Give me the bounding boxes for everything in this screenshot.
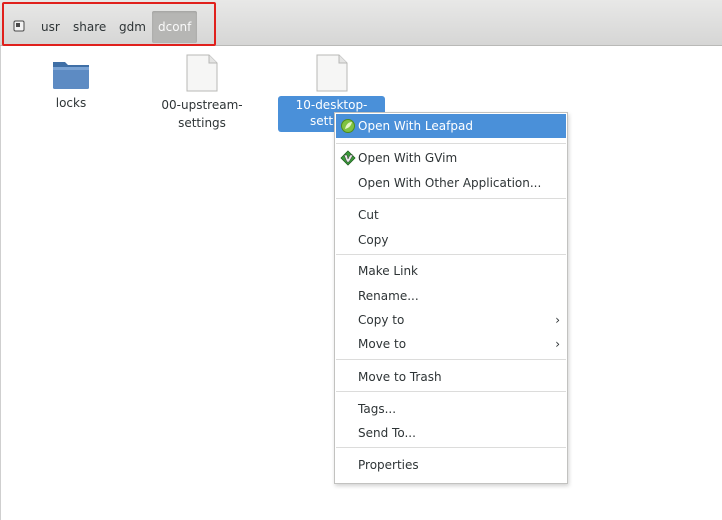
gvim-icon <box>340 150 356 166</box>
file-label-line2: settings <box>178 116 226 130</box>
folder-locks[interactable]: locks <box>40 58 102 112</box>
menu-open-with-other-application[interactable]: Open With Other Application... <box>336 171 566 195</box>
menu-open-with-leafpad[interactable]: Open With Leafpad <box>336 114 566 138</box>
menu-item-label: Rename... <box>358 289 419 303</box>
leafpad-icon <box>341 119 355 133</box>
drive-icon <box>13 20 25 32</box>
menu-item-label: Properties <box>358 458 419 472</box>
menu-move-to[interactable]: Move to › <box>336 332 566 356</box>
path-bar: usr share gdm dconf <box>2 2 216 46</box>
menu-item-label: Open With Leafpad <box>358 119 473 133</box>
menu-item-label: Copy <box>358 233 389 247</box>
menu-item-label: Open With Other Application... <box>358 176 542 190</box>
chevron-right-icon: › <box>555 313 560 327</box>
view-border <box>0 46 1 520</box>
crumb-usr[interactable]: usr <box>36 11 65 43</box>
menu-item-label: Move to Trash <box>358 370 442 384</box>
menu-item-label: Cut <box>358 208 379 222</box>
menu-copy[interactable]: Copy <box>336 228 566 252</box>
menu-rename[interactable]: Rename... <box>336 284 566 308</box>
menu-item-label: Move to <box>358 337 407 351</box>
crumb-gdm[interactable]: gdm <box>114 11 151 43</box>
menu-properties[interactable]: Properties <box>336 453 566 477</box>
file-label-line2: sett <box>278 112 334 130</box>
menu-move-to-trash[interactable]: Move to Trash <box>336 365 566 389</box>
menu-separator <box>336 391 566 392</box>
crumb-dconf[interactable]: dconf <box>152 11 198 43</box>
menu-open-with-gvim[interactable]: Open With GVim <box>336 146 566 170</box>
menu-send-to[interactable]: Send To... <box>336 421 566 445</box>
menu-separator <box>336 359 566 360</box>
menu-item-label: Send To... <box>358 426 416 440</box>
menu-item-label: Tags... <box>358 402 397 416</box>
menu-item-label: Open With GVim <box>358 151 458 165</box>
menu-tags[interactable]: Tags... <box>336 397 566 421</box>
toolbar: usr share gdm dconf <box>0 0 722 46</box>
menu-make-link[interactable]: Make Link <box>336 259 566 283</box>
chevron-right-icon: › <box>555 337 560 351</box>
text-file-icon <box>316 54 347 92</box>
menu-separator <box>336 198 566 199</box>
folder-icon <box>53 62 89 89</box>
menu-item-label: Make Link <box>358 264 418 278</box>
file-label-line1: 00-upstream- <box>161 98 243 112</box>
root-drive-crumb[interactable] <box>9 11 31 43</box>
menu-cut[interactable]: Cut <box>336 203 566 227</box>
menu-copy-to[interactable]: Copy to › <box>336 308 566 332</box>
menu-separator <box>336 254 566 255</box>
text-file-icon <box>186 54 218 92</box>
menu-separator <box>336 143 566 144</box>
file-00-upstream-settings[interactable]: 00-upstream- settings <box>152 54 252 132</box>
file-label: locks <box>55 96 87 110</box>
menu-separator <box>336 447 566 448</box>
menu-item-label: Copy to <box>358 313 405 327</box>
crumb-share[interactable]: share <box>68 11 111 43</box>
context-menu: Open With Leafpad Open With GVim Open Wi… <box>334 112 568 484</box>
